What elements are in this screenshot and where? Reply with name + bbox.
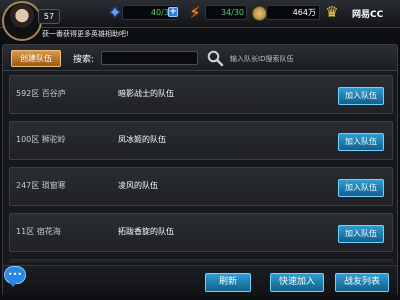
coin-icon [252,6,267,21]
chat-icon[interactable]: ••• [4,266,26,287]
team-region: 247区 琐窗寒 [16,181,66,190]
add-energy-button[interactable]: + [168,7,178,17]
chat-dots-icon: ••• [7,270,23,279]
team-region: 100区 狮驼岭 [16,135,66,144]
player-avatar[interactable] [2,1,42,41]
team-name: 凤冰姬的队伍 [118,135,166,144]
team-name: 凌风的队伍 [118,181,158,190]
team-row-partial [9,259,393,263]
team-region: 11区 宿花海 [16,227,61,236]
search-hint: 输入队长ID搜索队伍 [230,55,294,63]
team-row: 11区 宿花海 拓跋香旋的队伍 加入队伍 [9,213,393,252]
friend-list-button[interactable]: 战友列表 [335,273,389,292]
player-level-badge: 57 [38,9,60,24]
join-team-button[interactable]: 加入队伍 [338,87,384,105]
refresh-button[interactable]: 刷新 [205,273,251,292]
quick-join-button[interactable]: 快速加入 [270,273,324,292]
stamina-value: 34/30 [220,8,244,17]
join-team-button[interactable]: 加入队伍 [338,133,384,151]
team-list: 592区 百谷庐 暗影战士的队伍 加入队伍 100区 狮驼岭 凤冰姬的队伍 加入… [9,75,393,263]
search-label: 搜索: [73,55,95,65]
stamina-icon: ⚡ [189,3,201,22]
search-input[interactable] [101,51,198,65]
top-status-bar: 57 ✦ 40/30 + ⚡ 34/30 464万 ♛ 网易CC [0,0,400,41]
coin-value: 464万 [292,8,316,17]
bottom-action-bar: 刷新 快速加入 战友列表 [3,265,397,296]
team-row: 100区 狮驼岭 凤冰姬的队伍 加入队伍 [9,121,393,160]
announcement-ticker: 获一番获得更多英雄相助吧! [42,30,129,38]
team-toolbar: 创建队伍 搜索: 输入队长ID搜索队伍 [3,45,397,71]
brand-logo: 网易CC [352,10,384,20]
team-panel: 创建队伍 搜索: 输入队长ID搜索队伍 592区 百谷庐 暗影战士的队伍 加入队… [2,44,398,296]
crown-icon[interactable]: ♛ [322,3,342,21]
team-name: 暗影战士的队伍 [118,89,174,98]
team-row: 247区 琐窗寒 凌风的队伍 加入队伍 [9,167,393,206]
search-icon[interactable] [206,49,224,67]
join-team-button[interactable]: 加入队伍 [338,179,384,197]
create-team-button[interactable]: 创建队伍 [11,50,61,67]
team-region: 592区 百谷庐 [16,89,66,98]
team-row: 592区 百谷庐 暗影战士的队伍 加入队伍 [9,75,393,114]
join-team-button[interactable]: 加入队伍 [338,225,384,243]
team-name: 拓跋香旋的队伍 [118,227,174,236]
